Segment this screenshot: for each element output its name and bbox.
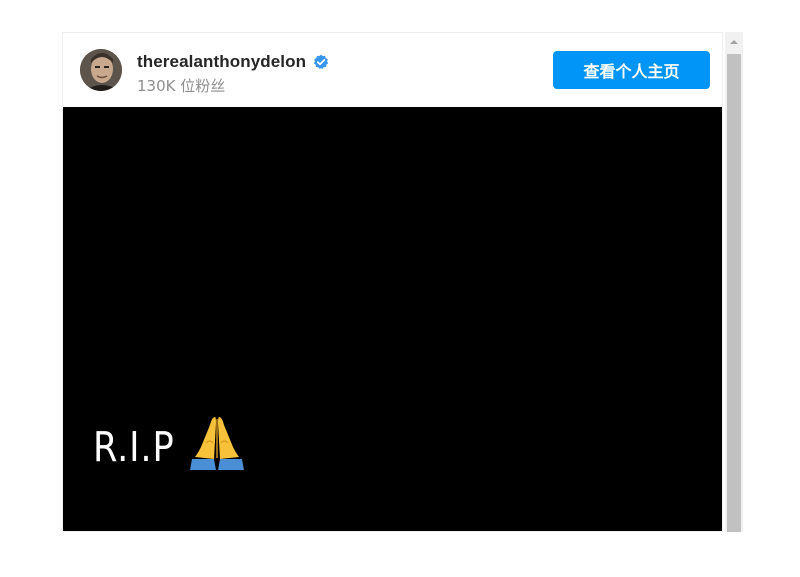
praying-hands-icon	[186, 413, 248, 471]
username-link[interactable]: therealanthonydelon	[137, 52, 306, 72]
vertical-scrollbar[interactable]	[725, 32, 743, 532]
verified-badge-icon	[313, 54, 329, 70]
scrollbar-thumb[interactable]	[727, 54, 741, 532]
scroll-up-arrow-icon[interactable]	[725, 32, 743, 52]
avatar-photo-icon	[80, 49, 122, 91]
view-profile-button[interactable]: 查看个人主页	[553, 51, 710, 89]
follower-count: 130K 位粉丝	[137, 77, 226, 95]
username-row: therealanthonydelon	[137, 51, 329, 73]
media-caption-overlay: R.I.P	[93, 413, 248, 471]
media-text: R.I.P	[93, 423, 175, 471]
instagram-embed-card: therealanthonydelon 130K 位粉丝 查看个人主页 R.I.…	[62, 32, 723, 532]
post-header: therealanthonydelon 130K 位粉丝 查看个人主页	[63, 33, 722, 107]
post-media[interactable]: R.I.P	[63, 107, 722, 531]
avatar[interactable]	[80, 49, 122, 91]
